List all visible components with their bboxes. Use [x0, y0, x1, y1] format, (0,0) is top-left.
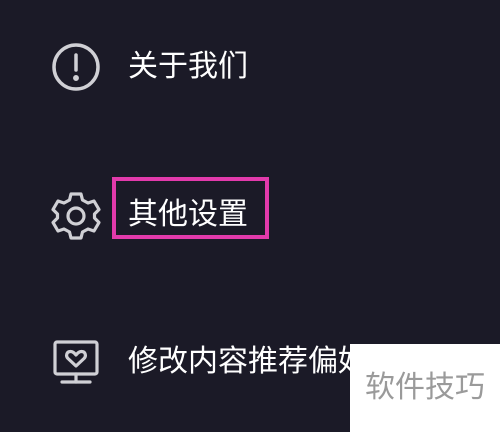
gear-icon — [50, 190, 102, 242]
info-circle-icon — [50, 41, 102, 93]
menu-item-about-us[interactable]: 关于我们 — [0, 22, 500, 112]
menu-item-other-settings[interactable]: 其他设置 — [0, 168, 500, 258]
monitor-heart-icon — [50, 336, 102, 388]
menu-item-label: 关于我们 — [128, 49, 248, 84]
highlight-box — [112, 177, 269, 239]
menu-item-label: 修改内容推荐偏好 — [128, 344, 368, 379]
watermark: 软件技巧 — [350, 344, 500, 432]
